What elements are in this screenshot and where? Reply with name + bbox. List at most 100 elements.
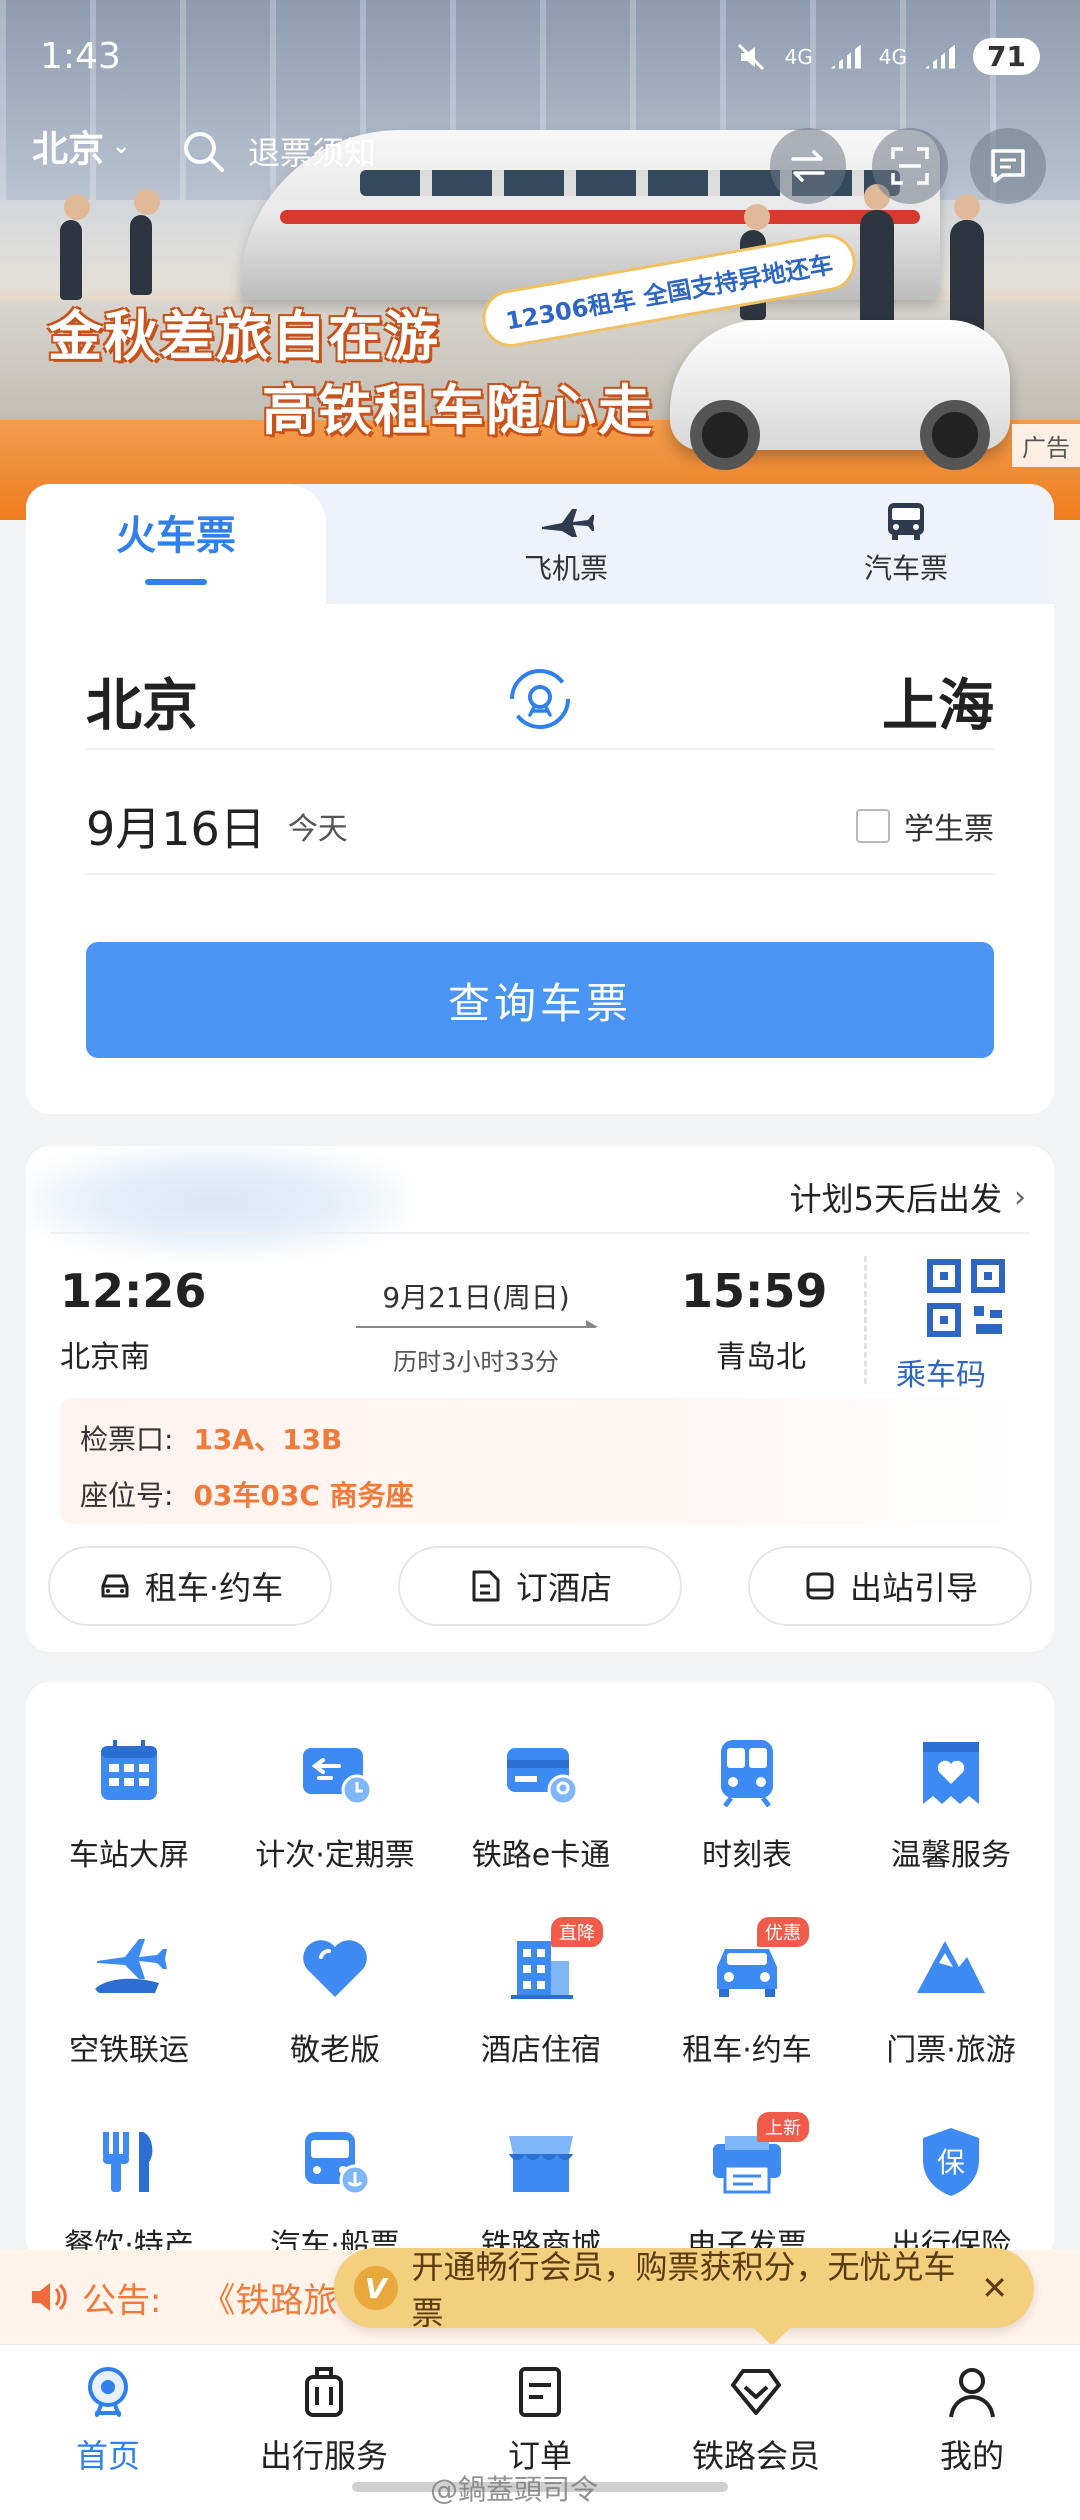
- person-illustration: [60, 194, 90, 300]
- car-rental-button[interactable]: 租车·约车: [48, 1546, 332, 1626]
- order-list-icon: [519, 2367, 561, 2417]
- date-hint: 今天: [287, 812, 348, 847]
- query-tickets-button[interactable]: 查询车票: [86, 942, 994, 1058]
- trip-arrow: [356, 1320, 598, 1328]
- badge-new: 上新: [757, 2112, 809, 2142]
- nav-rail-member[interactable]: 铁路会员: [648, 2363, 864, 2477]
- battery-indicator: 71: [973, 38, 1040, 75]
- service-elderly[interactable]: 敬老版: [232, 1927, 438, 2069]
- arrival-time: 15:59: [681, 1264, 828, 1318]
- service-label: 车站大屏: [69, 1838, 189, 1873]
- service-label: 时刻表: [702, 1838, 792, 1873]
- member-promo-tooltip[interactable]: V 开通畅行会员，购票获积分，无忧兑车票 ✕: [334, 2248, 1034, 2346]
- search-bar[interactable]: 退票须知: [180, 128, 376, 174]
- switch-button[interactable]: [770, 128, 846, 204]
- food-icon: [103, 2132, 153, 2192]
- qr-code-icon[interactable]: [926, 1258, 1006, 1338]
- service-rail-ecard[interactable]: 铁路e卡通: [438, 1732, 644, 1874]
- service-tickets-travel[interactable]: 门票·旅游: [848, 1927, 1054, 2069]
- chevron-down-icon: ⌄: [112, 133, 131, 159]
- search-placeholder: 退票须知: [248, 134, 377, 172]
- service-label: 计次·定期票: [255, 1838, 415, 1873]
- swap-stations-button[interactable]: [504, 663, 576, 739]
- shop-icon: [509, 2136, 573, 2192]
- plan-text: 计划5天后出发: [789, 1180, 1002, 1218]
- service-care[interactable]: 温馨服务: [848, 1732, 1054, 1874]
- close-icon[interactable]: ✕: [981, 2269, 1008, 2307]
- nav-profile[interactable]: 我的: [864, 2363, 1080, 2477]
- date-row[interactable]: 9月16日 今天 学生票: [86, 779, 994, 875]
- message-button[interactable]: [970, 128, 1046, 204]
- nav-travel-services[interactable]: 出行服务: [216, 2363, 432, 2477]
- ad-label: 广告: [1012, 424, 1080, 467]
- ticket-tabs: 火车票 飞机票 汽车票: [26, 484, 1054, 604]
- city-name: 北京: [32, 129, 105, 170]
- service-air-rail[interactable]: 空铁联运: [26, 1927, 232, 2069]
- heart-icon: [303, 1940, 367, 1997]
- timetable-icon: [721, 1740, 773, 1808]
- divider: [50, 1232, 1030, 1234]
- chevron-right-icon: ›: [1014, 1179, 1026, 1215]
- service-timetable[interactable]: 时刻表: [644, 1732, 850, 1874]
- tab-train-label: 火车票: [116, 513, 236, 559]
- bus-ship-icon: [305, 2132, 371, 2196]
- signal-icon: [925, 44, 956, 69]
- trip-plan-link[interactable]: 计划5天后出发 ›: [790, 1174, 1026, 1220]
- service-insurance[interactable]: 保 出行保险: [848, 2122, 1054, 2262]
- mute-icon: [737, 43, 764, 70]
- nav-orders[interactable]: 订单: [432, 2363, 648, 2477]
- service-bus-ship[interactable]: 汽车·船票: [232, 2122, 438, 2262]
- to-station[interactable]: 上海: [882, 661, 994, 742]
- message-icon: [991, 149, 1025, 183]
- service-label: 门票·旅游: [886, 2033, 1016, 2068]
- badge-price-drop: 直降: [551, 1917, 603, 1947]
- service-hotel[interactable]: 直降 酒店住宿: [438, 1917, 644, 2069]
- service-label: 酒店住宿: [481, 2033, 601, 2068]
- nav-label: 铁路会员: [691, 2437, 820, 2475]
- service-period-ticket[interactable]: 计次·定期票: [232, 1732, 438, 1874]
- station-row: 北京 上海: [86, 654, 994, 750]
- diamond-icon: [731, 2369, 781, 2415]
- student-label: 学生票: [904, 812, 994, 847]
- insurance-icon: 保: [923, 2128, 979, 2196]
- upcoming-trip-card[interactable]: 计划5天后出发 › 12:26 北京南 9月21日(周日) 历时3小时33分 1…: [26, 1146, 1054, 1652]
- service-station-screen[interactable]: 车站大屏: [26, 1732, 232, 1874]
- tab-bus[interactable]: 汽车票: [756, 484, 1054, 604]
- tab-train[interactable]: 火车票: [26, 484, 326, 604]
- tab-flight[interactable]: 飞机票: [421, 484, 711, 604]
- service-food[interactable]: 餐饮·特产: [26, 2122, 232, 2262]
- student-ticket-option[interactable]: 学生票: [856, 804, 994, 848]
- service-e-invoice[interactable]: 上新 电子发票: [644, 2112, 850, 2262]
- book-hotel-button[interactable]: 订酒店: [398, 1546, 682, 1626]
- nav-home[interactable]: 首页: [0, 2363, 216, 2477]
- promo-banner[interactable]: 12306租车 全国支持异地还车 金秋差旅自在游 高铁租车随心走 广告 1:43…: [0, 0, 1080, 520]
- wheel: [920, 400, 990, 470]
- service-label: 温馨服务: [891, 1838, 1011, 1873]
- care-service-icon: [923, 1742, 979, 1804]
- city-selector[interactable]: 北京 ⌄: [32, 120, 130, 172]
- ticket-search-card: 火车票 飞机票 汽车票 北京 上海 9月16日 今天 学生票 查询车票: [26, 484, 1054, 1114]
- departure-date[interactable]: 9月16日: [86, 793, 266, 859]
- exit-guide-button[interactable]: 出站引导: [748, 1546, 1032, 1626]
- service-car-rental[interactable]: 优惠 租车·约车: [644, 1917, 850, 2069]
- ride-code-label[interactable]: 乘车码: [896, 1350, 986, 1394]
- badge-discount: 优惠: [757, 1917, 809, 1947]
- ticket-info-box: 检票口: 13A、13B 座位号: 03车03C 商务座: [60, 1398, 1020, 1524]
- seat-value: 03车03C 商务座: [193, 1479, 414, 1512]
- rail-ecard-icon: [507, 1748, 579, 1806]
- service-label: 空铁联运: [69, 2033, 189, 2068]
- svg-text:保: 保: [937, 2146, 965, 2179]
- seat-row: 座位号: 03车03C 商务座: [80, 1474, 414, 1514]
- trip-date: 9月21日(周日): [382, 1281, 570, 1314]
- blurred-passenger-name: [26, 1146, 406, 1256]
- student-checkbox[interactable]: [856, 809, 890, 843]
- user-icon: [949, 2368, 995, 2418]
- dashed-divider: [864, 1256, 867, 1384]
- mountain-icon: [917, 1941, 985, 1993]
- scan-button[interactable]: [872, 128, 948, 204]
- scan-icon: [891, 147, 929, 185]
- seat-label: 座位号:: [80, 1479, 174, 1512]
- services-grid: 车站大屏 计次·定期票 铁路e卡通 时刻表 温馨服务 空铁联运 敬老版 直降 酒…: [26, 1682, 1054, 2262]
- from-station[interactable]: 北京: [86, 661, 198, 742]
- service-rail-shop[interactable]: 铁路商城: [438, 2122, 644, 2262]
